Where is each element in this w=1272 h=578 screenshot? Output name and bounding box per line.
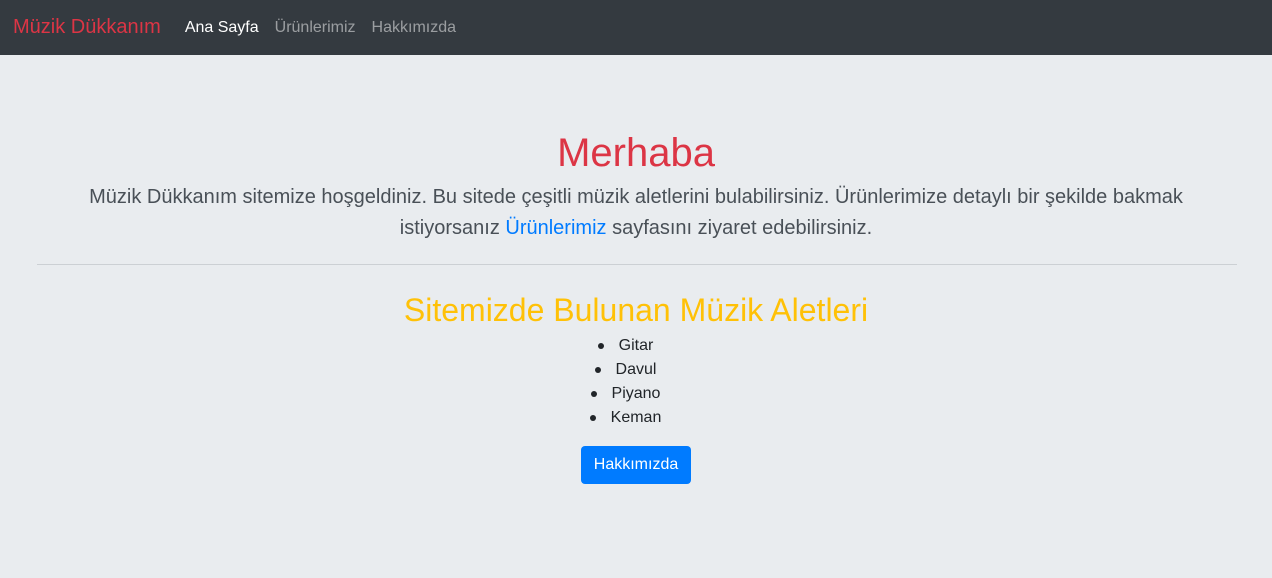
welcome-text-end: sayfasını ziyaret edebilirsiniz. <box>606 217 873 239</box>
list-item-label: Keman <box>610 409 662 426</box>
bullet-icon <box>589 414 596 421</box>
bullet-icon <box>590 390 597 397</box>
list-item: Keman <box>0 406 1272 430</box>
list-item-label: Piyano <box>611 385 661 402</box>
nav-link-ana-sayfa[interactable]: Ana Sayfa <box>185 19 259 37</box>
bullet-icon <box>594 366 601 373</box>
nav-link-hakkimizda[interactable]: Hakkımızda <box>372 19 456 37</box>
about-button[interactable]: Hakkımızda <box>580 446 692 484</box>
list-item: Davul <box>0 358 1272 382</box>
divider <box>37 264 1237 265</box>
navbar: Müzik Dükkanım Ana Sayfa Ürünlerimiz Hak… <box>0 0 1272 55</box>
brand-link[interactable]: Müzik Dükkanım <box>13 16 161 39</box>
products-link[interactable]: Ürünlerimiz <box>505 217 606 239</box>
instruments-list: Gitar Davul Piyano Keman <box>0 334 1272 430</box>
list-item: Gitar <box>0 334 1272 358</box>
welcome-paragraph: Müzik Dükkanım sitemize hoşgeldiniz. Bu … <box>56 182 1216 244</box>
jumbotron: Merhaba Müzik Dükkanım sitemize hoşgeldi… <box>0 55 1272 578</box>
nav-link-urunlerimiz[interactable]: Ürünlerimiz <box>275 19 356 37</box>
instruments-heading: Sitemizde Bulunan Müzik Aletleri <box>403 292 869 328</box>
list-item-label: Davul <box>615 361 657 378</box>
bullet-icon <box>597 342 604 349</box>
list-item: Piyano <box>0 382 1272 406</box>
page-title: Merhaba <box>557 131 715 175</box>
list-item-label: Gitar <box>618 337 654 354</box>
